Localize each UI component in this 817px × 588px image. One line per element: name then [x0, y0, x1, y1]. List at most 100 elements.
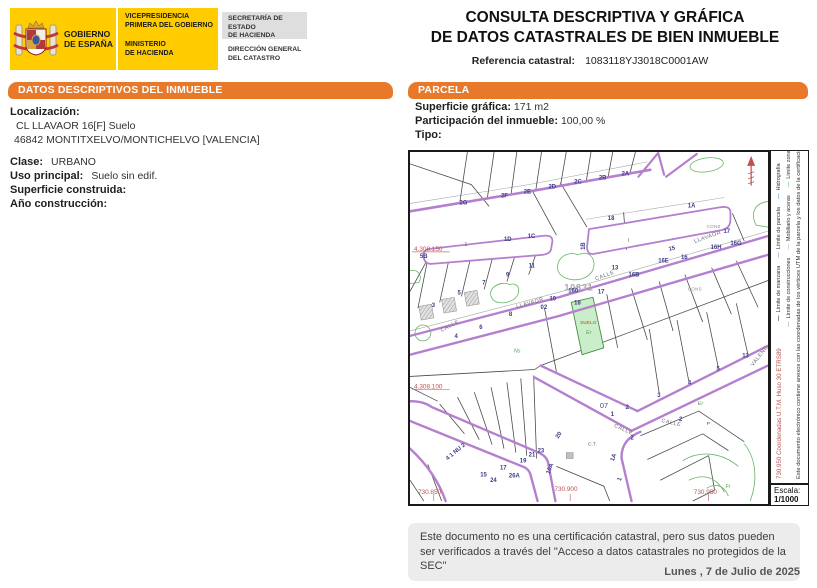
scale-value: 1/1000: [774, 495, 799, 504]
gobierno-logo-block: GOBIERNO DE ESPAÑA VICEPRESIDENCIA PRIME…: [10, 8, 218, 70]
address-line1: CL LLAVAOR 16[F] Suelo: [16, 120, 136, 132]
participacion-row: Participación del inmueble: 100,00 %: [415, 115, 606, 127]
map-label: 8: [509, 312, 513, 318]
map-label: SUELO: [580, 320, 597, 326]
map-label: 16G: [730, 241, 742, 247]
participacion-value: 100,00 %: [560, 115, 606, 127]
spain-coat-of-arms-icon: [13, 20, 59, 56]
map-label: 2: [631, 436, 635, 442]
map-label: 2C: [574, 180, 582, 186]
uso-value: Suelo sin edif.: [91, 170, 158, 182]
legend-label: Límite de construcciones: [786, 257, 792, 319]
gobierno-espana-label: GOBIERNO DE ESPAÑA: [64, 29, 113, 49]
legend-row-1: — Límite de manzana — Límite de parcela — Hid…: [776, 155, 782, 321]
map-label: 4.308.150: [414, 246, 443, 253]
legend-item: — Límite de parcela: [776, 207, 782, 258]
map-label: Ns: [514, 349, 521, 355]
map-label: 20: [555, 430, 564, 439]
ministry-labels: VICEPRESIDENCIA PRIMERA DEL GOBIERNO MIN…: [118, 8, 218, 70]
map-label: 18: [574, 300, 581, 306]
map-label: 16: [681, 255, 688, 261]
secretaria-box: SECRETARÍA DE ESTADO DE HACIENDA: [222, 12, 307, 39]
map-label: P: [707, 421, 711, 427]
legend-line-symbol: —: [776, 252, 782, 258]
map-label: 10: [549, 296, 556, 302]
map-label: 18: [608, 216, 615, 222]
map-label: 1: [464, 242, 468, 248]
map-label: 02: [541, 305, 548, 311]
map-coordinate-ticks: [412, 251, 709, 502]
map-label: 2D: [548, 185, 556, 191]
map-label: 16B: [629, 273, 640, 279]
legend-label: Límite de manzana: [776, 265, 782, 313]
legend-line-symbol: —: [776, 193, 782, 200]
legend-item: — Límite de manzana: [776, 266, 782, 321]
map-label: 730.900: [554, 486, 578, 493]
coat-of-arms-area: GOBIERNO DE ESPAÑA: [10, 8, 118, 70]
map-label: 16E: [658, 259, 669, 265]
map-label: C.T.: [588, 442, 597, 448]
map-label: 2F: [501, 193, 508, 199]
map-label: 730.850: [418, 489, 442, 496]
superficie-construida-row: Superficie construida:: [10, 184, 127, 196]
utm-coordinates-note: 730.950 Coordenadas U.T.M. Huso 30 ETRS8…: [776, 348, 783, 479]
legend-line-symbol: —: [786, 321, 792, 328]
legend-line-symbol: —: [776, 315, 782, 322]
scale-label: Escala:: [774, 486, 801, 495]
map-label: 160: [568, 288, 579, 294]
section-title-parcela: PARCELA: [408, 82, 808, 99]
direccion-catastro-label: DIRECCIÓN GENERAL DEL CATASTRO: [228, 46, 302, 62]
map-label: 21: [529, 453, 536, 459]
electronic-document-note: Este documento electrónico contiene anex…: [796, 150, 802, 479]
map-label: 1B: [581, 242, 587, 250]
map-label: 13: [742, 354, 749, 360]
section-title-datos-descriptivos: DATOS DESCRIPTIVOS DEL INMUEBLE: [8, 82, 393, 99]
superficie-grafica-value: 171 m2: [513, 101, 549, 113]
legend-line-symbol: —: [786, 244, 792, 250]
legend-item: — Hidrografía: [776, 163, 782, 199]
map-label: VALENC.: [750, 343, 768, 368]
map-label: Fr: [725, 484, 730, 490]
map-label: I: [628, 238, 630, 244]
map-label: 15: [668, 245, 677, 253]
map-label: Er: [586, 330, 592, 336]
tipo-row: Tipo:: [415, 129, 442, 141]
anio-construccion-row: Año construcción:: [10, 198, 108, 210]
map-label: 730.950: [694, 489, 718, 496]
map-label: 17: [598, 289, 605, 295]
clase-row: Clase: URBANO: [10, 156, 96, 168]
map-label: 2B: [599, 176, 607, 182]
legend-label: Límite zona verde: [786, 150, 792, 179]
map-label: 1: [611, 412, 615, 418]
map-label: 23: [538, 449, 545, 455]
map-label: 19: [520, 458, 527, 464]
map-label: 2E: [524, 190, 531, 196]
map-label: 2G: [459, 200, 467, 206]
referencia-label: Referencia catastral:: [471, 55, 576, 67]
north-arrow-icon: [747, 155, 756, 186]
map-label: 1: [617, 476, 624, 482]
legend-label: Hidrografía: [776, 163, 782, 191]
map-label: 5: [457, 290, 461, 296]
legend-line-symbol: —: [786, 181, 792, 188]
vicepresidencia-label: VICEPRESIDENCIA PRIMERA DEL GOBIERNO: [125, 13, 213, 29]
cadastral-map-svg: 2G2F2E2D2C2B2A1D 1C1B181A1715ICONSLLAVAOR…: [410, 152, 768, 503]
map-legend-strip: 730.950 Coordenadas U.T.M. Huso 30 ETRS8…: [770, 150, 809, 484]
map-label: 1A: [610, 452, 618, 462]
legend-item: — Mobiliario y aceras: [786, 195, 792, 249]
legend-label: Límite de parcela: [776, 207, 782, 250]
clase-value: URBANO: [51, 156, 96, 168]
map-label: 17: [500, 465, 507, 471]
map-label: 16H: [711, 245, 722, 251]
map-label: 17: [723, 229, 730, 235]
map-label: 6: [479, 325, 483, 331]
map-label: 4.308.100: [414, 383, 443, 390]
map-label: 24: [490, 478, 497, 484]
superficie-grafica-row: Superficie gráfica: 171 m2: [415, 101, 549, 113]
legend-item: — Límite de construcciones: [786, 258, 792, 327]
document-title: CONSULTA DESCRIPTIVA Y GRÁFICA DE DATOS …: [430, 9, 780, 46]
map-label: 5B: [420, 254, 428, 260]
legend-item: — Límite zona verde: [786, 150, 792, 188]
map-label: 15: [480, 472, 487, 478]
map-label: 4: [455, 334, 459, 340]
